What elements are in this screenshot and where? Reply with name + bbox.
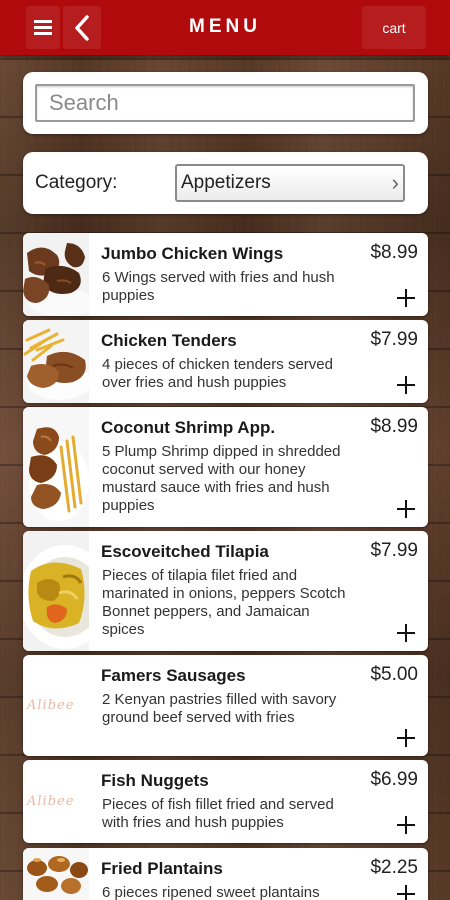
category-label: Category: [35,172,118,193]
menu-item[interactable]: Fried Plantains 6 pieces ripened sweet p… [23,848,428,900]
item-name: Chicken Tenders [101,331,237,350]
item-price: $8.99 [370,416,418,437]
item-description: 2 Kenyan pastries filled with savory gro… [102,691,337,726]
item-name: Coconut Shrimp App. [101,418,276,437]
add-item-icon[interactable] [396,623,416,643]
cart-button[interactable]: cart [362,6,426,49]
item-price: $6.99 [370,769,418,790]
restaurant-logo-image: Alibee [23,760,89,843]
item-name: Fish Nuggets [101,771,209,790]
item-description: 6 pieces ripened sweet plantains [102,884,320,900]
item-price: $2.25 [370,857,418,878]
menu-item[interactable]: Coconut Shrimp App. 5 Plump Shrimp dippe… [23,407,428,527]
item-price: $8.99 [370,242,418,263]
top-app-bar: MENU cart [0,0,450,55]
add-item-icon[interactable] [396,884,416,900]
menu-item[interactable]: Jumbo Chicken Wings 6 Wings served with … [23,233,428,316]
item-description: Pieces of tilapia filet fried and marina… [102,567,346,638]
restaurant-logo: Alibee [27,793,75,809]
restaurant-logo-image: Alibee [23,655,89,756]
item-description: 4 pieces of chicken tenders served over … [102,356,333,391]
item-price: $7.99 [370,329,418,350]
menu-item[interactable]: Alibee Fish Nuggets Pieces of fish fille… [23,760,428,843]
fried-plantains-image [23,848,89,900]
add-item-icon[interactable] [396,288,416,308]
item-name: Famers Sausages [101,666,246,685]
category-select[interactable]: Appetizers › [175,164,405,202]
menu-item[interactable]: Escoveitched Tilapia Pieces of tilapia f… [23,531,428,651]
item-price: $5.00 [370,664,418,685]
item-name: Escoveitched Tilapia [101,542,269,561]
item-price: $7.99 [370,540,418,561]
add-item-icon[interactable] [396,815,416,835]
coconut-shrimp-image [23,407,89,527]
search-input[interactable] [35,84,415,122]
category-selected-value: Appetizers [181,172,271,193]
chicken-wings-image [23,233,89,316]
menu-item[interactable]: Chicken Tenders 4 pieces of chicken tend… [23,320,428,403]
category-panel: Category: Appetizers › [23,152,428,214]
restaurant-logo: Alibee [27,697,75,713]
item-description: 5 Plump Shrimp dipped in shredded coconu… [102,443,341,514]
item-name: Jumbo Chicken Wings [101,244,284,263]
search-panel [23,72,428,134]
chicken-tenders-image [23,320,89,403]
menu-item[interactable]: Alibee Famers Sausages 2 Kenyan pastries… [23,655,428,756]
item-name: Fried Plantains [101,859,223,878]
tilapia-image [23,531,89,651]
add-item-icon[interactable] [396,499,416,519]
item-description: Pieces of fish fillet fried and served w… [102,796,334,831]
add-item-icon[interactable] [396,728,416,748]
add-item-icon[interactable] [396,375,416,395]
chevron-right-icon: › [391,170,399,195]
item-description: 6 Wings served with fries and hush puppi… [102,269,335,304]
